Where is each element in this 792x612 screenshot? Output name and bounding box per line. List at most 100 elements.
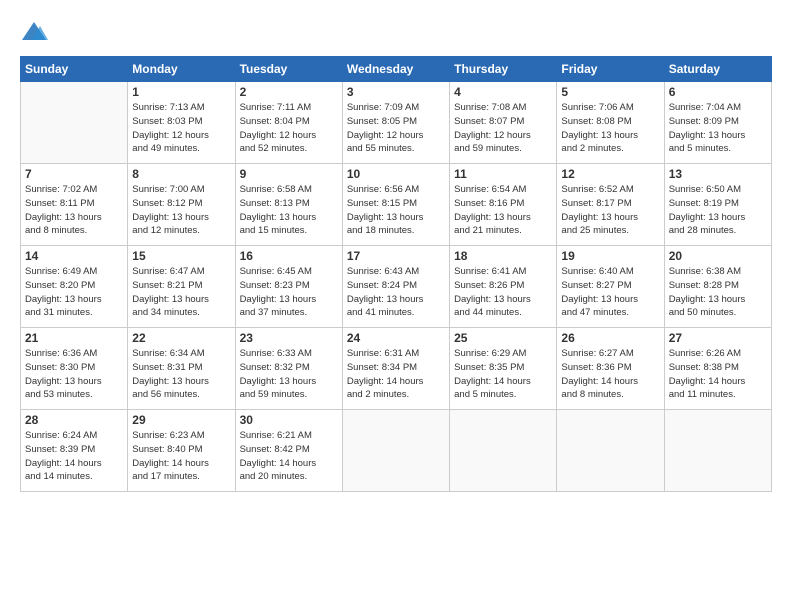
day-number: 11: [454, 167, 552, 181]
day-number: 10: [347, 167, 445, 181]
day-number: 20: [669, 249, 767, 263]
weekday-header-monday: Monday: [128, 57, 235, 82]
calendar-cell: 28 Sunrise: 6:24 AMSunset: 8:39 PMDayligh…: [21, 410, 128, 492]
day-info: Sunrise: 7:13 AMSunset: 8:03 PMDaylight:…: [132, 101, 230, 156]
calendar-cell: 17 Sunrise: 6:43 AMSunset: 8:24 PMDayligh…: [342, 246, 449, 328]
day-number: 15: [132, 249, 230, 263]
day-info: Sunrise: 6:58 AMSunset: 8:13 PMDaylight:…: [240, 183, 338, 238]
calendar-cell: 25 Sunrise: 6:29 AMSunset: 8:35 PMDayligh…: [450, 328, 557, 410]
calendar-cell: 4 Sunrise: 7:08 AMSunset: 8:07 PMDaylight…: [450, 82, 557, 164]
calendar-cell: 14 Sunrise: 6:49 AMSunset: 8:20 PMDayligh…: [21, 246, 128, 328]
day-number: 12: [561, 167, 659, 181]
calendar-cell: 18 Sunrise: 6:41 AMSunset: 8:26 PMDayligh…: [450, 246, 557, 328]
day-info: Sunrise: 6:24 AMSunset: 8:39 PMDaylight:…: [25, 429, 123, 484]
calendar-cell: 19 Sunrise: 6:40 AMSunset: 8:27 PMDayligh…: [557, 246, 664, 328]
logo: [20, 18, 52, 46]
day-info: Sunrise: 6:54 AMSunset: 8:16 PMDaylight:…: [454, 183, 552, 238]
day-number: 25: [454, 331, 552, 345]
week-row-1: 1Sunrise: 7:13 AMSunset: 8:03 PMDaylight…: [21, 82, 772, 164]
day-info: Sunrise: 6:29 AMSunset: 8:35 PMDaylight:…: [454, 347, 552, 402]
day-info: Sunrise: 7:02 AMSunset: 8:11 PMDaylight:…: [25, 183, 123, 238]
calendar-cell: 6 Sunrise: 7:04 AMSunset: 8:09 PMDaylight…: [664, 82, 771, 164]
day-info: Sunrise: 7:06 AMSunset: 8:08 PMDaylight:…: [561, 101, 659, 156]
day-number: 30: [240, 413, 338, 427]
day-number: 24: [347, 331, 445, 345]
calendar-cell: 10 Sunrise: 6:56 AMSunset: 8:15 PMDayligh…: [342, 164, 449, 246]
day-number: 27: [669, 331, 767, 345]
weekday-header-friday: Friday: [557, 57, 664, 82]
day-info: Sunrise: 6:41 AMSunset: 8:26 PMDaylight:…: [454, 265, 552, 320]
weekday-header-tuesday: Tuesday: [235, 57, 342, 82]
day-info: Sunrise: 6:21 AMSunset: 8:42 PMDaylight:…: [240, 429, 338, 484]
day-number: 7: [25, 167, 123, 181]
calendar-cell: 1Sunrise: 7:13 AMSunset: 8:03 PMDaylight…: [128, 82, 235, 164]
day-number: 17: [347, 249, 445, 263]
day-info: Sunrise: 6:45 AMSunset: 8:23 PMDaylight:…: [240, 265, 338, 320]
week-row-3: 14 Sunrise: 6:49 AMSunset: 8:20 PMDayligh…: [21, 246, 772, 328]
day-number: 28: [25, 413, 123, 427]
weekday-header-thursday: Thursday: [450, 57, 557, 82]
calendar-cell: 5 Sunrise: 7:06 AMSunset: 8:08 PMDaylight…: [557, 82, 664, 164]
calendar-cell: [557, 410, 664, 492]
day-info: Sunrise: 7:08 AMSunset: 8:07 PMDaylight:…: [454, 101, 552, 156]
calendar-cell: 30 Sunrise: 6:21 AMSunset: 8:42 PMDayligh…: [235, 410, 342, 492]
calendar-cell: 16 Sunrise: 6:45 AMSunset: 8:23 PMDayligh…: [235, 246, 342, 328]
day-number: 13: [669, 167, 767, 181]
weekday-header-sunday: Sunday: [21, 57, 128, 82]
day-number: 22: [132, 331, 230, 345]
day-number: 6: [669, 85, 767, 99]
day-number: 23: [240, 331, 338, 345]
day-number: 5: [561, 85, 659, 99]
calendar-cell: [450, 410, 557, 492]
calendar-cell: 3 Sunrise: 7:09 AMSunset: 8:05 PMDaylight…: [342, 82, 449, 164]
week-row-4: 21 Sunrise: 6:36 AMSunset: 8:30 PMDayligh…: [21, 328, 772, 410]
day-info: Sunrise: 7:00 AMSunset: 8:12 PMDaylight:…: [132, 183, 230, 238]
calendar-cell: 29 Sunrise: 6:23 AMSunset: 8:40 PMDayligh…: [128, 410, 235, 492]
calendar-cell: 7 Sunrise: 7:02 AMSunset: 8:11 PMDaylight…: [21, 164, 128, 246]
day-info: Sunrise: 7:04 AMSunset: 8:09 PMDaylight:…: [669, 101, 767, 156]
weekday-header-wednesday: Wednesday: [342, 57, 449, 82]
calendar-cell: [664, 410, 771, 492]
day-info: Sunrise: 6:49 AMSunset: 8:20 PMDaylight:…: [25, 265, 123, 320]
day-number: 14: [25, 249, 123, 263]
day-info: Sunrise: 6:34 AMSunset: 8:31 PMDaylight:…: [132, 347, 230, 402]
day-info: Sunrise: 6:43 AMSunset: 8:24 PMDaylight:…: [347, 265, 445, 320]
logo-icon: [20, 18, 48, 46]
day-number: 19: [561, 249, 659, 263]
calendar-cell: 26Sunrise: 6:27 AMSunset: 8:36 PMDayligh…: [557, 328, 664, 410]
day-info: Sunrise: 6:26 AMSunset: 8:38 PMDaylight:…: [669, 347, 767, 402]
calendar-cell: 11 Sunrise: 6:54 AMSunset: 8:16 PMDayligh…: [450, 164, 557, 246]
header: [20, 18, 772, 46]
day-number: 8: [132, 167, 230, 181]
calendar-cell: 20 Sunrise: 6:38 AMSunset: 8:28 PMDayligh…: [664, 246, 771, 328]
calendar-cell: 24Sunrise: 6:31 AMSunset: 8:34 PMDayligh…: [342, 328, 449, 410]
calendar-cell: 23Sunrise: 6:33 AMSunset: 8:32 PMDayligh…: [235, 328, 342, 410]
day-info: Sunrise: 6:23 AMSunset: 8:40 PMDaylight:…: [132, 429, 230, 484]
week-row-5: 28 Sunrise: 6:24 AMSunset: 8:39 PMDayligh…: [21, 410, 772, 492]
day-number: 4: [454, 85, 552, 99]
calendar-cell: 12 Sunrise: 6:52 AMSunset: 8:17 PMDayligh…: [557, 164, 664, 246]
day-info: Sunrise: 7:09 AMSunset: 8:05 PMDaylight:…: [347, 101, 445, 156]
day-number: 2: [240, 85, 338, 99]
calendar-cell: 9 Sunrise: 6:58 AMSunset: 8:13 PMDaylight…: [235, 164, 342, 246]
day-info: Sunrise: 6:38 AMSunset: 8:28 PMDaylight:…: [669, 265, 767, 320]
day-info: Sunrise: 6:50 AMSunset: 8:19 PMDaylight:…: [669, 183, 767, 238]
day-info: Sunrise: 6:40 AMSunset: 8:27 PMDaylight:…: [561, 265, 659, 320]
day-number: 29: [132, 413, 230, 427]
day-number: 21: [25, 331, 123, 345]
day-number: 18: [454, 249, 552, 263]
calendar-cell: 8 Sunrise: 7:00 AMSunset: 8:12 PMDaylight…: [128, 164, 235, 246]
calendar-cell: 21 Sunrise: 6:36 AMSunset: 8:30 PMDayligh…: [21, 328, 128, 410]
day-number: 16: [240, 249, 338, 263]
day-number: 9: [240, 167, 338, 181]
day-info: Sunrise: 6:56 AMSunset: 8:15 PMDaylight:…: [347, 183, 445, 238]
calendar-table: SundayMondayTuesdayWednesdayThursdayFrid…: [20, 56, 772, 492]
calendar-cell: [342, 410, 449, 492]
day-info: Sunrise: 6:52 AMSunset: 8:17 PMDaylight:…: [561, 183, 659, 238]
day-number: 26: [561, 331, 659, 345]
day-number: 3: [347, 85, 445, 99]
calendar-cell: 2Sunrise: 7:11 AMSunset: 8:04 PMDaylight…: [235, 82, 342, 164]
week-row-2: 7 Sunrise: 7:02 AMSunset: 8:11 PMDaylight…: [21, 164, 772, 246]
day-info: Sunrise: 6:36 AMSunset: 8:30 PMDaylight:…: [25, 347, 123, 402]
weekday-header-saturday: Saturday: [664, 57, 771, 82]
